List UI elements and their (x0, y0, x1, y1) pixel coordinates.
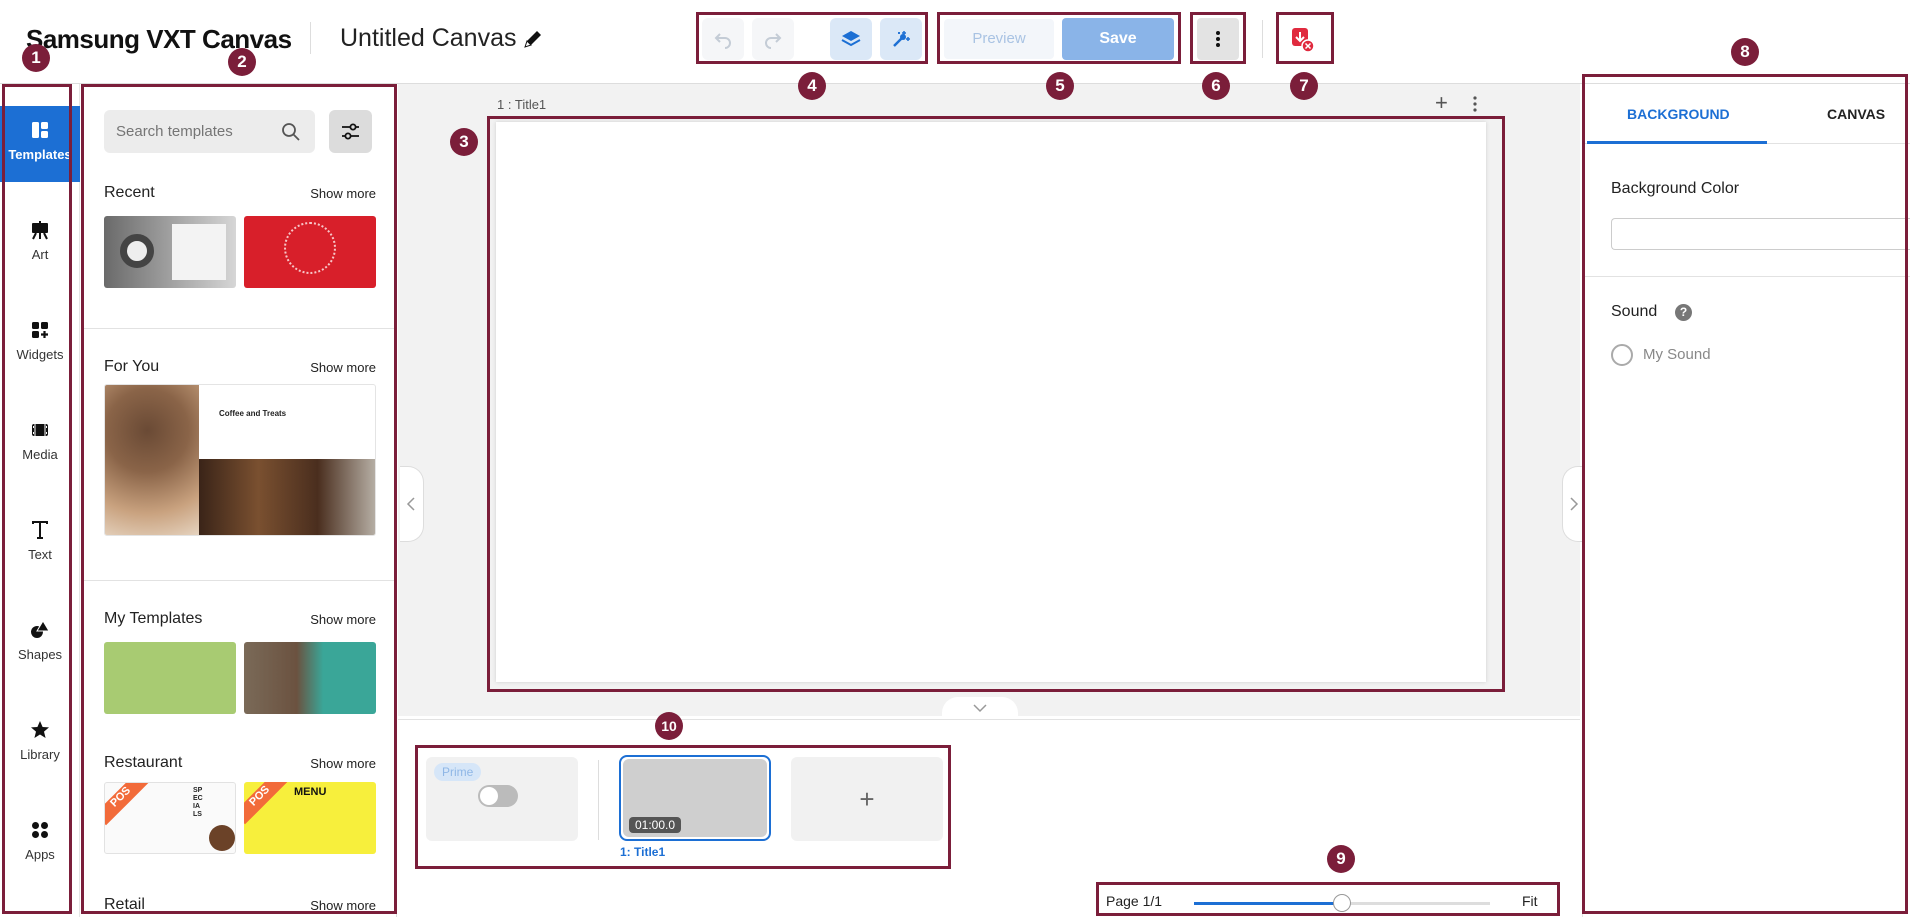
annotation-badge: 8 (1731, 38, 1759, 66)
annotation-badge: 2 (228, 48, 256, 76)
annotation-box-3 (487, 116, 1505, 692)
chevron-down-icon (973, 704, 987, 713)
annotation-box-4 (696, 12, 928, 64)
add-page-button[interactable]: + (1435, 92, 1448, 114)
annotation-box-7 (1276, 12, 1334, 64)
annotation-box-5 (937, 12, 1181, 64)
page-number: 1 : (497, 97, 512, 112)
annotation-box-9 (1096, 882, 1560, 916)
annotation-box-2 (81, 84, 397, 914)
annotation-badge: 10 (655, 712, 683, 740)
chevron-right-icon (1570, 497, 1579, 511)
annotation-badge: 1 (22, 44, 50, 72)
collapse-right-panel-button[interactable] (1562, 466, 1582, 542)
annotation-badge: 7 (1290, 72, 1318, 100)
canvas-title[interactable]: Untitled Canvas (340, 24, 516, 53)
header-divider-2 (1262, 20, 1263, 58)
page-title: 1 : Title1 (497, 97, 546, 112)
pencil-icon[interactable] (522, 28, 544, 50)
annotation-badge: 3 (450, 128, 478, 156)
collapse-left-panel-button[interactable] (400, 466, 424, 542)
annotation-box-6 (1190, 12, 1246, 64)
annotation-box-10 (415, 745, 951, 869)
app-brand: Samsung VXT Canvas (26, 24, 292, 54)
annotation-box-8 (1582, 74, 1908, 914)
annotation-badge: 9 (1327, 845, 1355, 873)
header-divider (310, 22, 311, 54)
annotation-box-1 (2, 84, 72, 914)
annotation-badge: 5 (1046, 72, 1074, 100)
chevron-left-icon (406, 497, 415, 511)
annotation-badge: 6 (1202, 72, 1230, 100)
annotation-badge: 4 (798, 72, 826, 100)
page-more-icon[interactable] (1470, 94, 1480, 114)
page-name: Title1 (514, 97, 547, 112)
collapse-timeline-button[interactable] (942, 697, 1018, 719)
